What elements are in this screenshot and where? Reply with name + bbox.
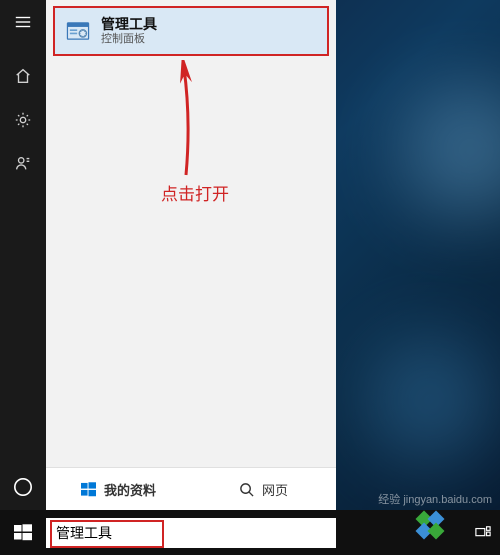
best-match-title: 管理工具 [101,16,157,33]
windows-logo-icon [81,482,96,497]
tab-web-label: 网页 [262,480,288,499]
hamburger-menu-icon[interactable] [0,0,46,44]
search-results-panel: 管理工具 控制面板 点击打开 我的资料 网页 [46,0,336,510]
start-button[interactable] [0,510,46,555]
annotation-text: 点击打开 [161,180,229,205]
system-tray [470,510,500,555]
best-match-result[interactable]: 管理工具 控制面板 [53,6,329,56]
taskbar [0,510,500,555]
tab-my-stuff[interactable]: 我的资料 [46,468,191,510]
taskbar-search-box[interactable] [46,518,336,548]
tab-web[interactable]: 网页 [191,468,336,510]
home-icon[interactable] [0,54,46,98]
annotation-arrow [136,60,216,185]
best-match-subtitle: 控制面板 [101,33,157,46]
cortana-icon[interactable] [0,464,46,510]
search-icon [239,482,254,497]
start-left-rail [0,0,46,510]
search-input[interactable] [46,525,336,541]
feedback-icon[interactable] [0,142,46,186]
settings-gear-icon[interactable] [0,98,46,142]
tab-my-stuff-label: 我的资料 [104,480,156,499]
search-scope-tabs: 我的资料 网页 [46,467,336,510]
task-view-icon[interactable] [470,510,496,555]
admin-tools-icon [63,16,93,46]
